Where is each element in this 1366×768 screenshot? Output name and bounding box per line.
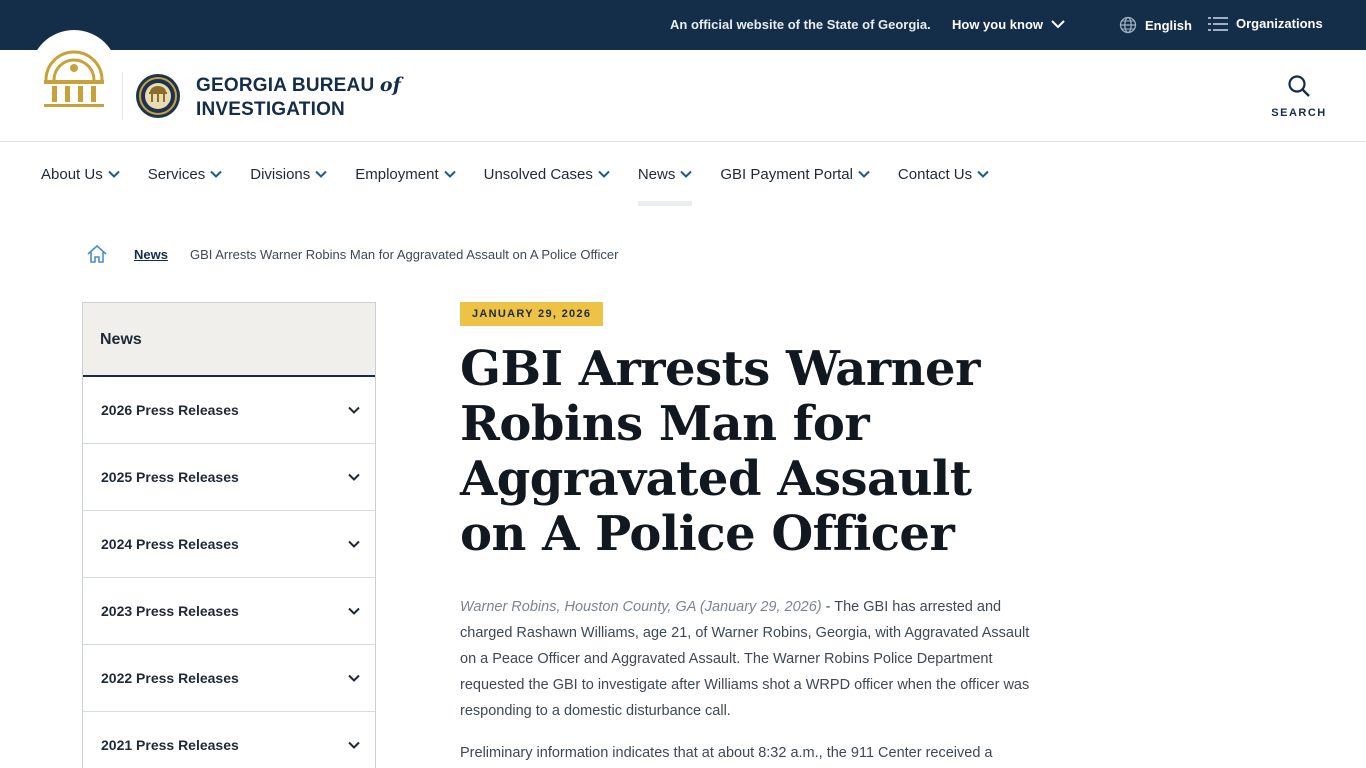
article-dateline: Warner Robins, Houston County, GA (Janua… [460,599,822,615]
site-header: GEORGIA BUREAU of INVESTIGATION SEARCH [0,30,1366,142]
nav-item-label: Contact Us [897,165,973,183]
section-sidebar: News 2026 Press Releases 2025 Press Rele… [82,302,376,768]
chevron-down-icon [348,473,360,481]
main-nav: About Us Services Divisions Employment U… [41,143,1017,207]
nav-item-employment[interactable]: Employment [355,143,456,205]
chevron-down-icon [858,170,870,178]
chevron-down-icon [348,406,360,414]
nav-item-label: Divisions [250,165,311,183]
nav-item-label: Employment [355,165,439,183]
header-divider [122,72,123,120]
agency-name[interactable]: GEORGIA BUREAU of INVESTIGATION [196,73,401,122]
nav-item-news[interactable]: News [637,143,693,206]
nav-item-label: News [637,165,676,183]
georgia-seal-link[interactable] [30,30,118,118]
article-title: GBI Arrests Warner Robins Man for Aggrav… [460,341,980,562]
agency-name-of: of [379,74,402,96]
date-badge: JANUARY 29, 2026 [460,302,604,326]
sidebar-item-2025[interactable]: 2025 Press Releases [83,444,375,511]
chevron-down-icon [1051,20,1065,29]
home-icon[interactable] [86,244,108,264]
nav-item-label: Services [147,165,206,183]
nav-item-label: GBI Payment Portal [720,165,853,183]
breadcrumb: News GBI Arrests Warner Robins Man for A… [86,244,618,264]
chevron-down-icon [977,170,989,178]
agency-name-line1: GEORGIA BUREAU [196,75,375,96]
chevron-down-icon [348,741,360,749]
nav-item-label: About Us [41,165,103,183]
gbi-seal-link[interactable] [134,70,182,127]
nav-item-contact-us[interactable]: Contact Us [898,143,989,205]
search-label: SEARCH [1271,107,1327,119]
search-button[interactable]: SEARCH [1270,74,1328,119]
chevron-down-icon [210,170,222,178]
search-icon [1288,75,1310,97]
chevron-down-icon [348,607,360,615]
nav-item-about-us[interactable]: About Us [41,143,120,205]
chevron-down-icon [315,170,327,178]
how-you-know-label: How you know [952,17,1043,32]
chevron-down-icon [107,170,120,178]
official-banner: An official website of the State of Geor… [0,0,1366,50]
article-paragraph-text: - The GBI has arrested and charged Rasha… [460,599,1030,719]
sidebar-item-label: 2023 Press Releases [101,603,239,619]
breadcrumb-current: GBI Arrests Warner Robins Man for Aggrav… [189,246,619,262]
sidebar-item-2022[interactable]: 2022 Press Releases [83,645,375,712]
sidebar-item-label: 2022 Press Releases [101,670,239,686]
chevron-down-icon [348,540,360,548]
language-selector[interactable]: English [1119,16,1192,34]
sidebar-item-2023[interactable]: 2023 Press Releases [83,578,375,645]
sidebar-item-2024[interactable]: 2024 Press Releases [83,511,375,578]
organizations-menu[interactable]: Organizations [1208,16,1323,31]
article-paragraph: Warner Robins, Houston County, GA (Janua… [460,594,1040,724]
article-body: Warner Robins, Houston County, GA (Janua… [460,594,1040,766]
agency-name-line2: INVESTIGATION [196,99,345,120]
sidebar-item-2026[interactable]: 2026 Press Releases [83,377,375,444]
nav-item-unsolved-cases[interactable]: Unsolved Cases [484,143,610,205]
organizations-label: Organizations [1236,16,1323,31]
article-paragraph: Preliminary information indicates that a… [460,745,993,761]
globe-icon [1119,16,1137,34]
list-icon [1208,16,1228,31]
chevron-down-icon [443,170,456,178]
official-site-text: An official website of the State of Geor… [670,17,931,32]
language-label: English [1145,17,1192,33]
chevron-down-icon [348,674,360,682]
nav-item-divisions[interactable]: Divisions [250,143,327,205]
chevron-down-icon [680,170,693,178]
sidebar-item-label: 2021 Press Releases [101,737,239,753]
sidebar-title: News [83,303,375,377]
sidebar-item-label: 2025 Press Releases [101,469,239,485]
nav-item-label: Unsolved Cases [483,165,593,183]
sidebar-item-2021[interactable]: 2021 Press Releases [83,712,375,768]
breadcrumb-news-link[interactable]: News [134,247,168,262]
sidebar-item-label: 2024 Press Releases [101,536,239,552]
nav-item-services[interactable]: Services [148,143,223,205]
georgia-state-seal-icon [44,50,104,107]
gbi-seal-icon [136,74,180,118]
how-you-know-toggle[interactable]: How you know [952,17,1065,32]
nav-item-gbi-payment-portal[interactable]: GBI Payment Portal [720,143,870,205]
sidebar-item-label: 2026 Press Releases [101,402,239,418]
chevron-down-icon [598,170,610,178]
